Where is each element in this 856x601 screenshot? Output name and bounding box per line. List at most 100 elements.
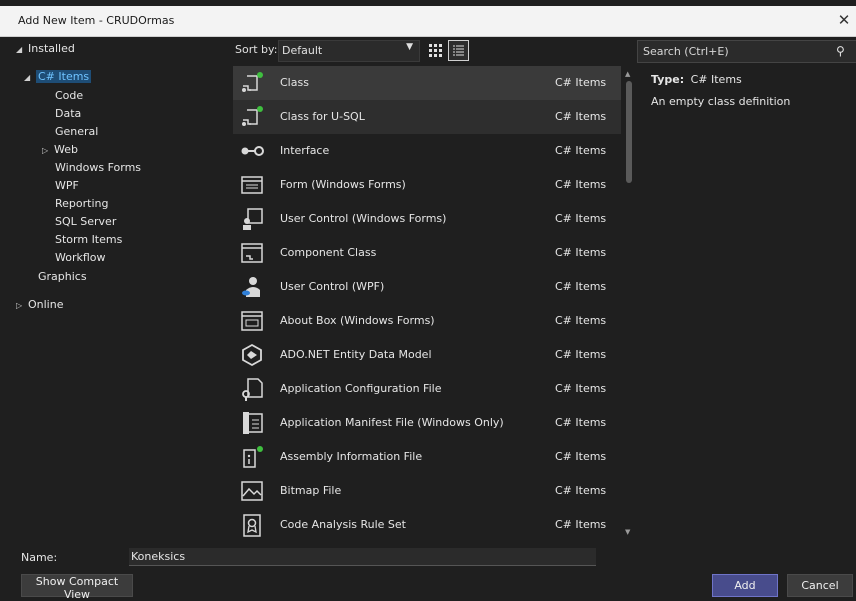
template-name: Assembly Information File xyxy=(280,450,423,463)
template-name: Code Analysis Rule Set xyxy=(280,518,406,531)
template-name: Form (Windows Forms) xyxy=(280,178,406,191)
expanded-arrow-icon: ◢ xyxy=(24,73,31,82)
template-category: C# Items xyxy=(555,416,607,429)
search-input[interactable]: Search (Ctrl+E) ⚲ xyxy=(637,40,856,63)
collapsed-arrow-icon[interactable]: ▷ xyxy=(42,146,54,155)
small-icons-view-icon[interactable] xyxy=(425,40,445,60)
tree-node-workflow[interactable]: Workflow xyxy=(55,251,106,264)
template-category: C# Items xyxy=(555,450,607,463)
template-category: C# Items xyxy=(555,518,607,531)
template-category: C# Items xyxy=(555,246,607,259)
search-placeholder: Search (Ctrl+E) xyxy=(643,45,729,58)
title-bar: Add New Item - CRUDOrmas ✕ xyxy=(0,6,856,37)
template-name: Application Configuration File xyxy=(280,382,442,395)
template-row-user-control-wpf[interactable]: User Control (WPF) C# Items xyxy=(233,270,621,304)
sort-dropdown[interactable]: Default ▼ xyxy=(278,40,420,62)
template-category: C# Items xyxy=(555,144,607,157)
template-name: About Box (Windows Forms) xyxy=(280,314,435,327)
template-row-config-file[interactable]: Application Configuration File C# Items xyxy=(233,372,621,406)
class-usql-icon xyxy=(242,106,263,126)
expanded-arrow-icon: ◢ xyxy=(16,45,23,54)
template-name: User Control (Windows Forms) xyxy=(280,212,447,225)
scrollbar-thumb[interactable] xyxy=(626,81,632,183)
type-label: Type: xyxy=(651,73,685,86)
template-category: C# Items xyxy=(555,280,607,293)
component-class-icon xyxy=(241,243,263,263)
tree-node-web[interactable]: ▷ Web xyxy=(42,143,78,156)
tree-node-sql-server[interactable]: SQL Server xyxy=(55,215,116,228)
tree-node-data[interactable]: Data xyxy=(55,107,81,120)
template-row-class-usql[interactable]: Class for U-SQL C# Items xyxy=(233,100,621,134)
list-view-icon[interactable] xyxy=(448,40,469,61)
bitmap-file-icon xyxy=(241,481,263,501)
template-name: User Control (WPF) xyxy=(280,280,385,293)
user-control-icon xyxy=(243,208,263,230)
template-category: C# Items xyxy=(555,314,607,327)
tree-node-windows-forms[interactable]: Windows Forms xyxy=(55,161,141,174)
template-row-entity-data-model[interactable]: ADO.NET Entity Data Model C# Items xyxy=(233,338,621,372)
template-name: Class xyxy=(280,76,309,89)
tree-node-code[interactable]: Code xyxy=(55,89,83,102)
template-category: C# Items xyxy=(555,484,607,497)
sort-label: Sort by: xyxy=(235,43,278,56)
template-row-component-class[interactable]: Component Class C# Items xyxy=(233,236,621,270)
tree-node-installed[interactable]: ◢ Installed xyxy=(16,42,75,55)
tree-node-wpf[interactable]: WPF xyxy=(55,179,79,192)
user-control-wpf-icon xyxy=(242,277,260,297)
rule-set-icon xyxy=(243,514,261,537)
template-row-form[interactable]: Form (Windows Forms) C# Items xyxy=(233,168,621,202)
tree-node-reporting[interactable]: Reporting xyxy=(55,197,108,210)
window-title: Add New Item - CRUDOrmas xyxy=(18,14,175,27)
search-icon[interactable]: ⚲ xyxy=(836,44,845,58)
cancel-button[interactable]: Cancel xyxy=(787,574,853,597)
template-category: C# Items xyxy=(555,212,607,225)
tree-node-general[interactable]: General xyxy=(55,125,98,138)
scroll-down-icon[interactable]: ▼ xyxy=(625,528,630,536)
template-category: C# Items xyxy=(555,76,607,89)
template-row-about-box[interactable]: About Box (Windows Forms) C# Items xyxy=(233,304,621,338)
template-list-scrollbar[interactable]: ▲ ▼ xyxy=(622,66,636,546)
collapsed-arrow-icon[interactable]: ▷ xyxy=(16,301,28,310)
form-icon xyxy=(241,176,263,194)
template-row-bitmap-file[interactable]: Bitmap File C# Items xyxy=(233,474,621,508)
template-row-rule-set[interactable]: Code Analysis Rule Set C# Items xyxy=(233,508,621,542)
template-list: Class C# Items Class for U-SQL C# Items … xyxy=(233,66,621,546)
close-icon[interactable]: ✕ xyxy=(834,10,854,30)
template-row-manifest-file[interactable]: Application Manifest File (Windows Only)… xyxy=(233,406,621,440)
tree-node-label-selected: C# Items xyxy=(36,70,92,83)
interface-icon xyxy=(241,146,264,156)
template-name: ADO.NET Entity Data Model xyxy=(280,348,432,361)
about-box-icon xyxy=(241,311,263,331)
entity-data-model-icon xyxy=(242,343,262,367)
chevron-down-icon: ▼ xyxy=(406,42,413,52)
tree-node-storm-items[interactable]: Storm Items xyxy=(55,233,122,246)
template-category: C# Items xyxy=(555,178,607,191)
tree-node-csharp-items[interactable]: ◢ C# Items xyxy=(24,70,92,83)
template-name: Application Manifest File (Windows Only) xyxy=(280,416,504,429)
category-tree: ◢ Installed ◢ C# Items Code Data General ▷… xyxy=(0,36,232,546)
manifest-file-icon xyxy=(243,412,263,434)
template-row-assembly-info[interactable]: Assembly Information File C# Items xyxy=(233,440,621,474)
scroll-up-icon[interactable]: ▲ xyxy=(625,70,630,78)
template-name: Bitmap File xyxy=(280,484,342,497)
type-value: C# Items xyxy=(690,73,742,86)
tree-node-graphics[interactable]: Graphics xyxy=(38,270,87,283)
template-row-interface[interactable]: Interface C# Items xyxy=(233,134,621,168)
show-compact-view-button[interactable]: Show Compact View xyxy=(21,574,133,601)
config-file-icon xyxy=(242,378,263,401)
template-category: C# Items xyxy=(555,110,607,123)
template-name: Interface xyxy=(280,144,330,157)
name-label: Name: xyxy=(21,551,58,564)
template-row-user-control[interactable]: User Control (Windows Forms) C# Items xyxy=(233,202,621,236)
template-name: Component Class xyxy=(280,246,377,259)
details-description: An empty class definition xyxy=(651,95,791,108)
class-icon xyxy=(242,72,263,92)
tree-node-online[interactable]: ▷ Online xyxy=(16,298,63,311)
template-category: C# Items xyxy=(555,348,607,361)
template-name: Class for U-SQL xyxy=(280,110,365,123)
add-new-item-dialog: Add New Item - CRUDOrmas ✕ ◢ Installed ◢ C… xyxy=(0,0,856,601)
template-row-class[interactable]: Class C# Items xyxy=(233,66,621,100)
name-input[interactable] xyxy=(129,548,596,566)
sort-value: Default xyxy=(282,44,323,57)
add-button[interactable]: Add xyxy=(712,574,778,597)
